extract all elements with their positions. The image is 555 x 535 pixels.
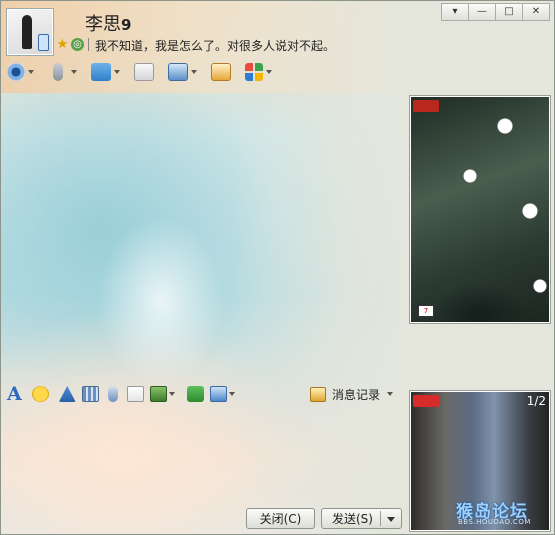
chevron-down-icon xyxy=(114,70,120,74)
shake-icon xyxy=(58,386,76,402)
input-toolbar: A xyxy=(7,384,241,404)
voice-call-button[interactable] xyxy=(48,61,77,83)
status-icons: ★ ◎ xyxy=(56,38,89,51)
folder-icon xyxy=(91,63,111,81)
chevron-down-icon xyxy=(191,70,197,74)
contact-name[interactable]: 李思9 xyxy=(85,10,131,36)
share-screen-icon xyxy=(211,63,231,81)
video-call-button[interactable] xyxy=(7,61,34,83)
chevron-down-icon xyxy=(168,392,175,396)
contact-name-suffix: 9 xyxy=(121,16,132,34)
handwriting-button[interactable] xyxy=(126,384,144,404)
image-icon xyxy=(149,386,167,402)
close-button[interactable]: 关闭(C) xyxy=(246,508,315,529)
chat-toolbar xyxy=(7,61,286,83)
divider xyxy=(88,38,89,51)
transfer-file-button[interactable] xyxy=(91,61,120,83)
send-options-dropdown[interactable] xyxy=(387,517,395,522)
contact-name-text: 李思 xyxy=(85,14,121,35)
share-screen-button[interactable] xyxy=(211,61,231,83)
discussion-icon xyxy=(134,63,154,81)
history-icon xyxy=(310,386,326,402)
smiley-icon xyxy=(31,386,49,402)
message-history-label: 消息记录 xyxy=(332,387,381,402)
remote-desktop-icon xyxy=(168,63,188,81)
divider xyxy=(380,511,381,526)
send-button[interactable]: 发送(S) xyxy=(321,508,402,529)
chevron-down-icon xyxy=(28,70,34,74)
gif-button[interactable] xyxy=(81,384,99,404)
minimize-button[interactable]: — xyxy=(468,3,496,21)
video-status-icon: 7 xyxy=(418,305,434,317)
chat-window: 李思9 ★ ◎ 我不知道，我是怎么了。对很多人说对不起。 ▾ — □ ✕ 7 1… xyxy=(0,0,555,535)
create-discussion-button[interactable] xyxy=(134,61,154,83)
screenshot-icon xyxy=(209,386,227,402)
font-button[interactable]: A xyxy=(7,384,22,404)
voice-message-button[interactable] xyxy=(105,384,121,404)
microphone-icon xyxy=(53,63,63,81)
font-icon: A xyxy=(7,383,22,405)
camera-icon xyxy=(7,63,25,81)
menu-dropdown-button[interactable]: ▾ xyxy=(441,3,469,21)
close-window-button[interactable]: ✕ xyxy=(522,3,550,21)
app-center-button[interactable] xyxy=(245,61,272,83)
peer-video-badge xyxy=(413,100,439,112)
music-icon xyxy=(186,386,204,402)
avatar-figure xyxy=(22,15,32,49)
apps-icon xyxy=(245,63,263,81)
music-button[interactable] xyxy=(186,384,204,404)
qzone-icon[interactable]: ◎ xyxy=(71,38,84,51)
send-image-button[interactable] xyxy=(149,384,175,404)
watermark-subtitle: BBS.HOUDAO.COM xyxy=(458,518,531,526)
forum-watermark: 猴岛论坛 BBS.HOUDAO.COM xyxy=(456,497,551,527)
chevron-down-icon xyxy=(266,70,272,74)
maximize-button[interactable]: □ xyxy=(495,3,523,21)
contact-avatar[interactable] xyxy=(7,9,53,55)
window-controls: ▾ — □ ✕ xyxy=(441,3,550,21)
chevron-down-icon xyxy=(71,70,77,74)
peer-video-panel[interactable]: 7 xyxy=(409,95,551,324)
chevron-down-icon xyxy=(228,392,235,396)
page-counter[interactable]: 1/2 xyxy=(527,394,546,408)
remote-assist-button[interactable] xyxy=(168,61,197,83)
chevron-down-icon xyxy=(387,392,394,396)
screen-capture-button[interactable] xyxy=(209,384,235,404)
star-icon[interactable]: ★ xyxy=(56,38,69,51)
pencil-icon xyxy=(126,386,144,402)
mobile-online-icon xyxy=(38,34,49,51)
shake-button[interactable] xyxy=(58,384,76,404)
message-history-button[interactable]: 消息记录 xyxy=(310,384,394,404)
emoji-button[interactable] xyxy=(31,384,49,404)
self-video-badge xyxy=(413,395,439,407)
send-button-label: 发送(S) xyxy=(332,512,373,526)
microphone-icon xyxy=(107,386,118,402)
film-icon xyxy=(81,386,99,402)
contact-signature: 我不知道，我是怎么了。对很多人说对不起。 xyxy=(95,39,336,53)
